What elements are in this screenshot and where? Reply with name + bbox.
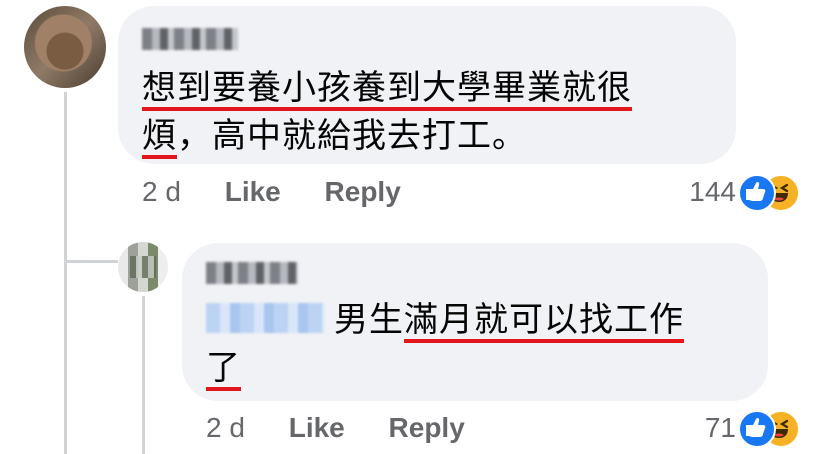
like-icon xyxy=(738,410,776,448)
reply-actions: 2 d Like Reply xyxy=(206,412,501,444)
comment-text-segment: 想到要養小孩養到大學畢業就很 xyxy=(142,69,632,107)
reaction-count[interactable]: 144 xyxy=(689,176,736,208)
replier-name-blurred[interactable] xyxy=(206,262,298,284)
reply-button[interactable]: Reply xyxy=(325,176,401,207)
reply-timestamp[interactable]: 2 d xyxy=(206,412,245,443)
commenter-name-blurred[interactable] xyxy=(142,28,238,50)
replier-avatar[interactable] xyxy=(118,242,168,292)
reply-text: 男生滿月就可以找工作 了 xyxy=(206,296,754,392)
reaction-count[interactable]: 71 xyxy=(705,412,736,444)
like-button[interactable]: Like xyxy=(289,412,345,443)
comment-text: 想到要養小孩養到大學畢業就很 煩，高中就給我去打工。 xyxy=(142,64,722,160)
mentioned-user-blurred[interactable] xyxy=(206,303,324,334)
commenter-avatar[interactable] xyxy=(24,6,106,88)
thread-line xyxy=(64,92,67,454)
comment-timestamp[interactable]: 2 d xyxy=(142,176,181,207)
reaction-icons[interactable] xyxy=(738,172,810,212)
reply-text-segment: 滿月就可以找工作 xyxy=(404,301,684,339)
reply-thread-line xyxy=(142,296,145,454)
like-icon xyxy=(738,174,776,212)
reply-text-segment: 男生 xyxy=(334,301,404,339)
reply-text-segment: 了 xyxy=(206,349,241,387)
like-button[interactable]: Like xyxy=(225,176,281,207)
comment-text-segment: 煩 xyxy=(142,117,177,155)
comment-actions: 2 d Like Reply xyxy=(142,176,437,208)
thread-branch-line xyxy=(64,260,118,263)
reaction-icons[interactable] xyxy=(738,408,810,448)
reply-button[interactable]: Reply xyxy=(389,412,465,443)
comment-text-segment: ，高中就給我去打工。 xyxy=(177,117,527,155)
